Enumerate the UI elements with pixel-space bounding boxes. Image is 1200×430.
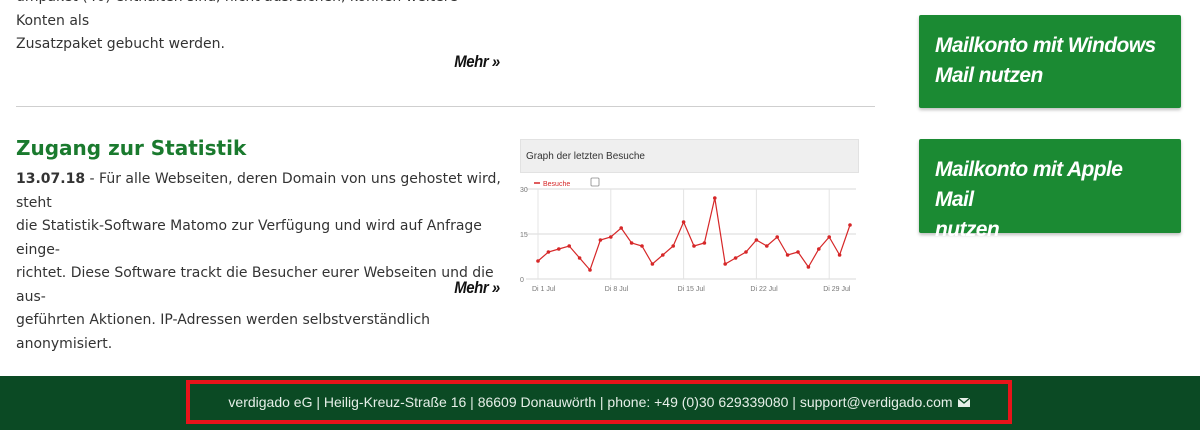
chart-data-point (546, 250, 551, 254)
chart-data-point (713, 196, 717, 200)
chart-data-point (536, 259, 540, 263)
chart-data-point (619, 226, 623, 230)
article-more-link[interactable]: Mehr » (454, 278, 500, 298)
chart-data-point (661, 253, 665, 257)
chart-data-point (837, 253, 842, 257)
apple-mail-guide-button[interactable]: Mailkonto mit Apple Mail nutzen (919, 139, 1181, 241)
footer-contact-highlight: verdigado eG | Heilig-Kreuz-Straße 16 | … (186, 380, 1012, 424)
windows-mail-guide-line: Mailkonto mit Windows (935, 34, 1156, 57)
chart-x-tick-label: Di 15 Jul (678, 286, 706, 293)
chart-y-tick-label: 30 (520, 187, 528, 194)
apple-mail-guide-line: nutzen (935, 218, 1000, 241)
chart-data-point (681, 220, 686, 224)
chart-data-point (640, 244, 644, 248)
article-line: richtet. Diese Software trackt die Besuc… (16, 265, 494, 305)
previous-article-text: umpaket (40) enthalten sind, nicht ausre… (16, 0, 506, 57)
chart-title: Graph der letzten Besuche (520, 139, 859, 173)
chart-data-point (827, 235, 831, 239)
article-line-text: - Für alle Webseiten, deren Domain von u… (16, 171, 501, 211)
chart-plot: 30 15 0 Di 1 Jul Di 8 Jul Di 15 Jul Di 22 Jul D… (520, 177, 856, 293)
article-title[interactable]: Zugang zur Statistik (16, 136, 246, 160)
chart-y-tick-label: 15 (520, 232, 528, 239)
footer-contact-text[interactable]: verdigado eG | Heilig-Kreuz-Straße 16 | … (228, 394, 952, 410)
chart-x-tick-label: Di 22 Jul (750, 286, 778, 293)
chart-data-point (598, 238, 603, 242)
chart-data-point (744, 250, 748, 254)
previous-article-more-link[interactable]: Mehr » (454, 52, 500, 72)
chart-x-tick-label: Di 1 Jul (532, 286, 556, 293)
chart-x-tick-label: Di 8 Jul (605, 286, 629, 293)
chart-data-point (785, 253, 790, 257)
mail-icon[interactable] (957, 397, 970, 407)
chart-data-point (754, 238, 759, 242)
chart-data-point (567, 244, 571, 248)
chart-data-point (775, 235, 779, 239)
chart-export-icon (590, 177, 600, 187)
chart-data-point (733, 256, 738, 260)
chart-legend-label: Besuche (543, 181, 570, 188)
article-line: 13.07.18 - Für alle Webseiten, deren Dom… (16, 168, 506, 215)
article-line: geführten Aktionen. IP-Adressen werden s… (16, 312, 431, 352)
chart-data-point (806, 265, 811, 269)
chart-data-point (765, 244, 769, 248)
chart-x-tick-label: Di 29 Jul (823, 286, 851, 293)
chart-data-point (609, 235, 613, 239)
apple-mail-guide-line: Mailkonto mit Apple Mail (935, 158, 1123, 211)
article-line: die Statistik-Software Matomo zur Verfüg… (16, 218, 482, 258)
chart-data-point (557, 247, 561, 251)
visits-chart[interactable]: Graph der letzten Besuche 30 15 0 Di 1 Jul D… (520, 139, 859, 303)
windows-mail-guide-button[interactable]: Mailkonto mit Windows Mail nutzen (919, 15, 1181, 108)
chart-data-point (629, 241, 634, 245)
previous-article-line: umpaket (40) enthalten sind, nicht ausre… (16, 0, 458, 29)
chart-data-point (723, 262, 727, 266)
footer: verdigado eG | Heilig-Kreuz-Straße 16 | … (0, 376, 1200, 430)
chart-data-point (848, 223, 852, 227)
chart-data-point (692, 244, 696, 248)
chart-data-point (796, 250, 800, 254)
article-date: 13.07.18 (16, 171, 86, 187)
windows-mail-guide-line: Mail nutzen (935, 64, 1043, 87)
previous-article-line: Zusatzpaket gebucht werden. (16, 36, 225, 52)
chart-data-point (671, 244, 675, 248)
chart-data-point (817, 247, 821, 251)
article-divider (16, 106, 875, 107)
chart-y-tick-label: 0 (520, 277, 524, 284)
chart-data-point (650, 262, 655, 266)
chart-data-point (588, 268, 592, 272)
chart-data-point (577, 256, 582, 260)
chart-data-point (702, 241, 707, 245)
article-body: 13.07.18 - Für alle Webseiten, deren Dom… (16, 168, 506, 356)
